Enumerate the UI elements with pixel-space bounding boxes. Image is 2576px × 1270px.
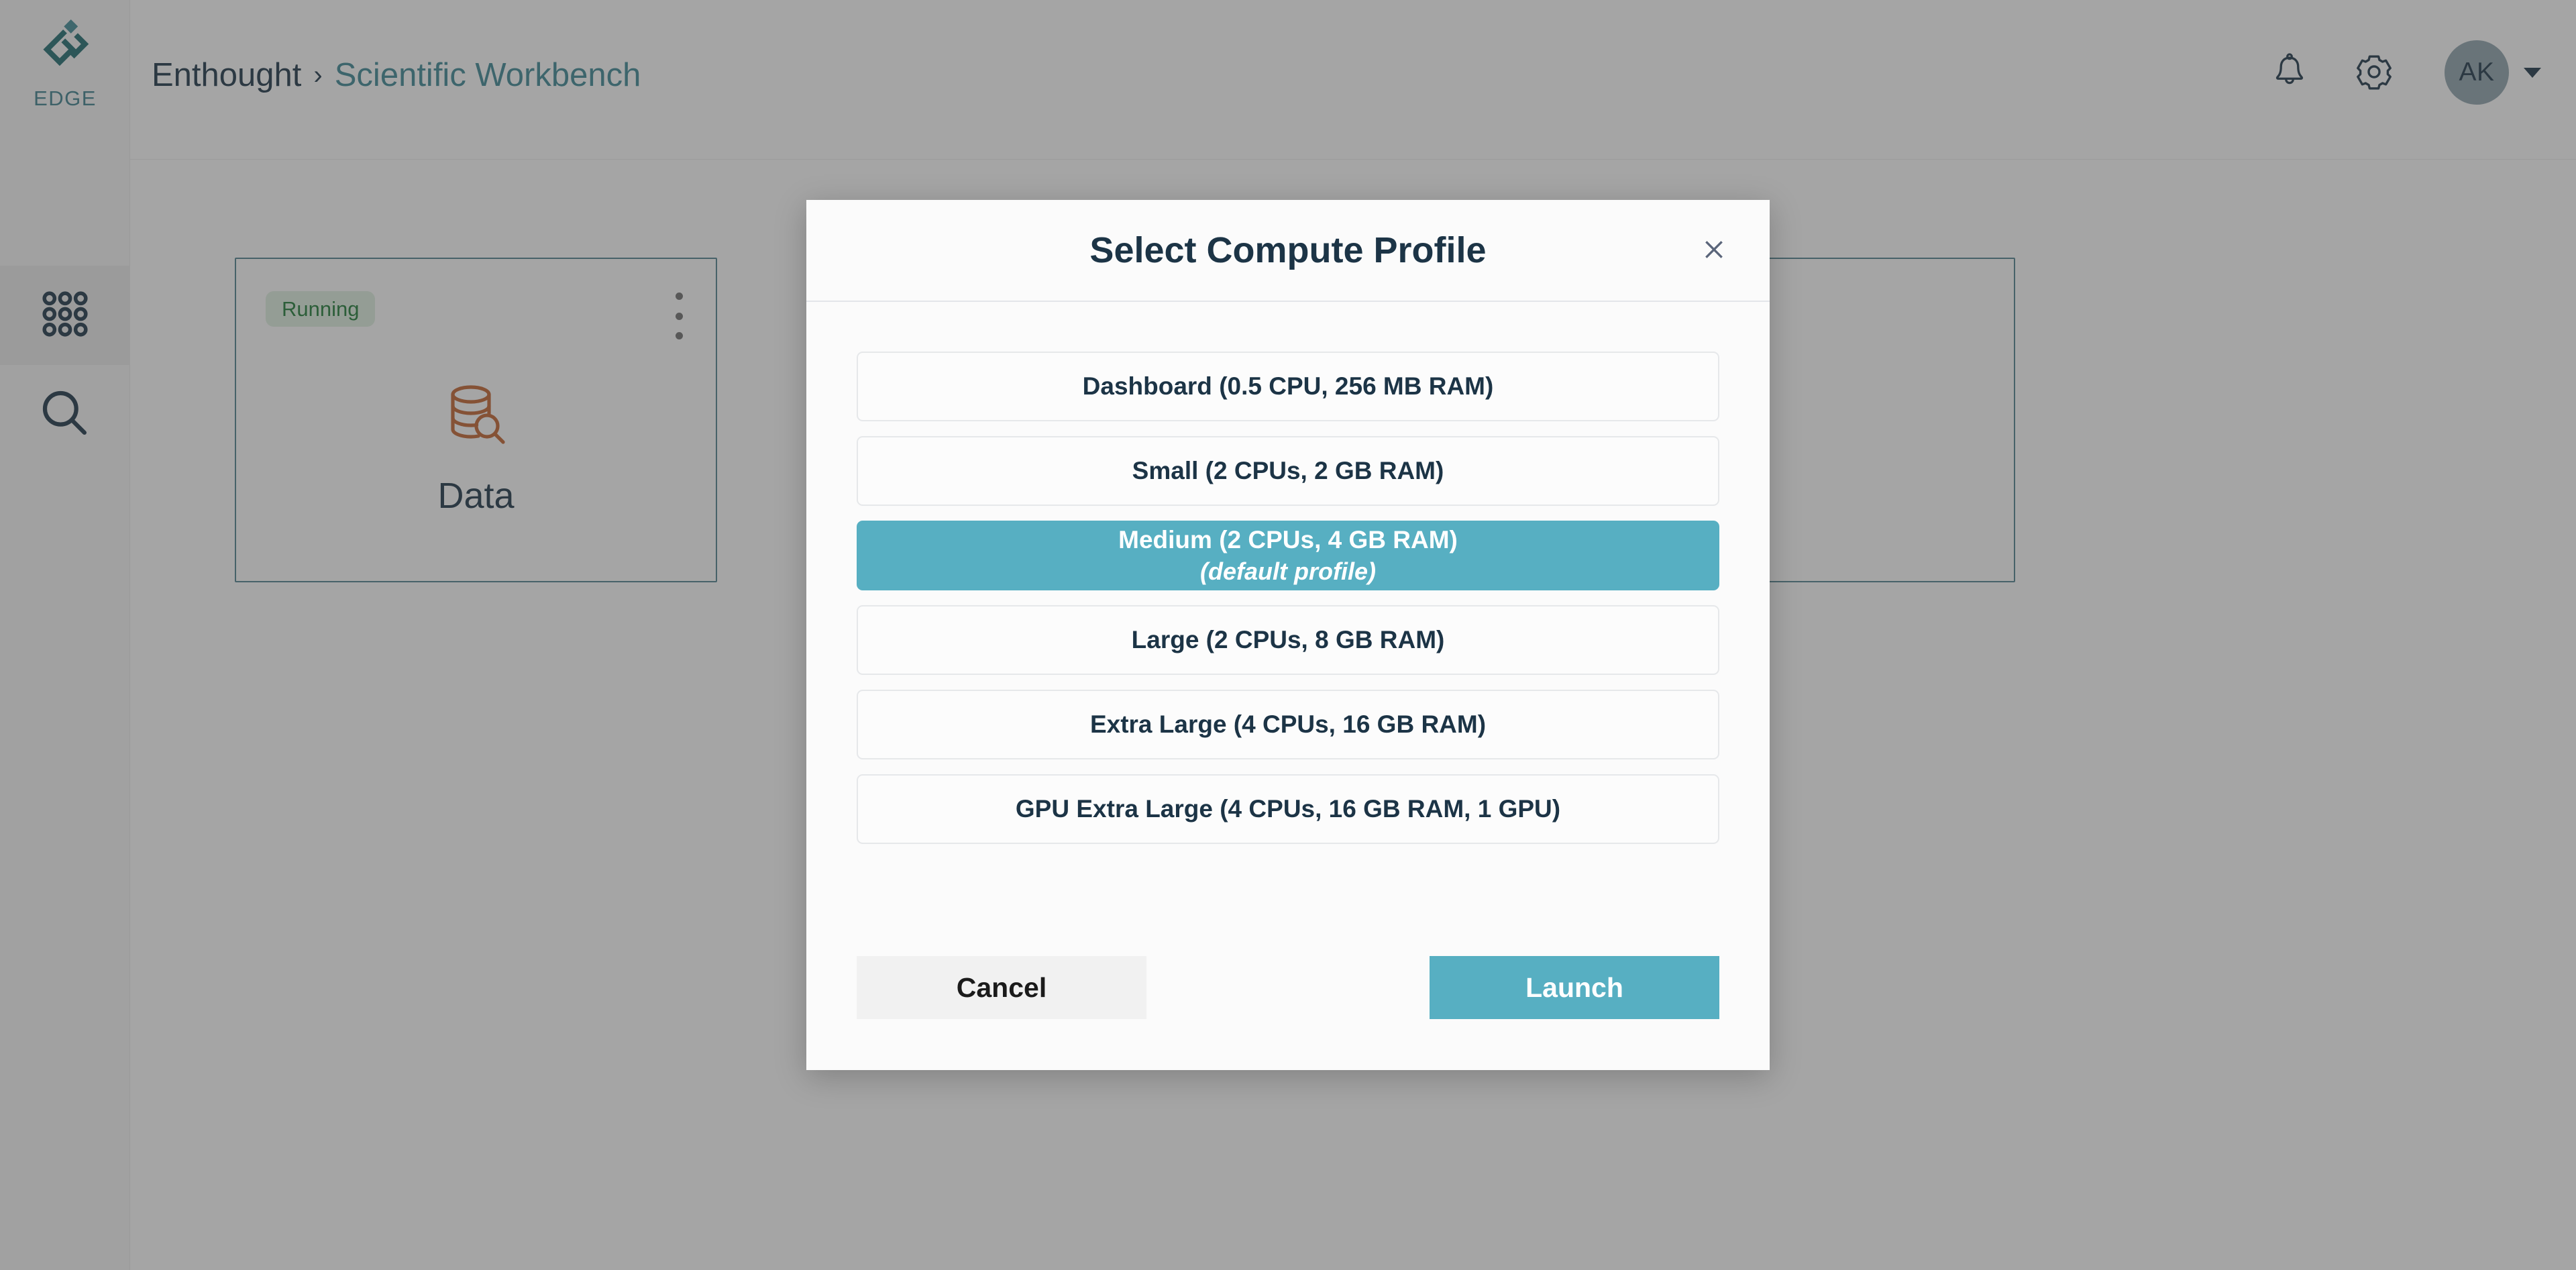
compute-profile-list: Dashboard (0.5 CPU, 256 MB RAM) Small (2… bbox=[857, 352, 1719, 844]
profile-option-label: Medium (2 CPUs, 4 GB RAM) bbox=[1118, 526, 1458, 554]
cancel-button[interactable]: Cancel bbox=[857, 956, 1146, 1019]
select-compute-profile-dialog: Select Compute Profile Dashboard (0.5 CP… bbox=[806, 200, 1770, 1070]
profile-option-label: Extra Large (4 CPUs, 16 GB RAM) bbox=[1089, 710, 1487, 739]
profile-option-label: Small (2 CPUs, 2 GB RAM) bbox=[1132, 457, 1444, 485]
dialog-header: Select Compute Profile bbox=[806, 200, 1770, 302]
profile-option-sublabel: (default profile) bbox=[1200, 557, 1376, 585]
close-button[interactable] bbox=[1693, 229, 1735, 271]
profile-option-label: Large (2 CPUs, 8 GB RAM) bbox=[1131, 626, 1445, 654]
profile-option-large[interactable]: Large (2 CPUs, 8 GB RAM) bbox=[857, 605, 1719, 675]
profile-option-dashboard[interactable]: Dashboard (0.5 CPU, 256 MB RAM) bbox=[857, 352, 1719, 421]
dialog-footer: Cancel Launch bbox=[857, 956, 1719, 1019]
close-icon bbox=[1701, 236, 1727, 265]
profile-option-medium[interactable]: Medium (2 CPUs, 4 GB RAM) (default profi… bbox=[857, 521, 1719, 590]
profile-option-label: Dashboard (0.5 CPU, 256 MB RAM) bbox=[1082, 372, 1494, 401]
profile-option-gpu-extra-large[interactable]: GPU Extra Large (4 CPUs, 16 GB RAM, 1 GP… bbox=[857, 774, 1719, 844]
profile-option-label: GPU Extra Large (4 CPUs, 16 GB RAM, 1 GP… bbox=[1015, 795, 1561, 823]
launch-button[interactable]: Launch bbox=[1430, 956, 1719, 1019]
profile-option-extra-large[interactable]: Extra Large (4 CPUs, 16 GB RAM) bbox=[857, 690, 1719, 759]
dialog-title: Select Compute Profile bbox=[1089, 230, 1487, 270]
profile-option-small[interactable]: Small (2 CPUs, 2 GB RAM) bbox=[857, 436, 1719, 506]
